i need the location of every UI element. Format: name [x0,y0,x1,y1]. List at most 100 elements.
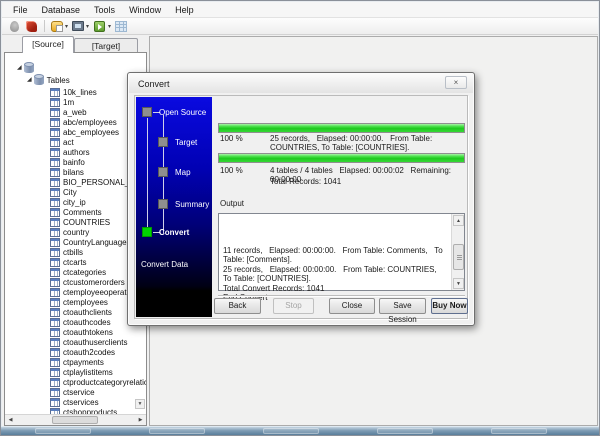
tree-item[interactable]: ctservice [50,387,95,397]
tree-root-node[interactable]: ◢ [17,63,37,73]
run-icon [94,21,105,32]
app-window: FileDatabaseToolsWindowHelp ▾ ▾ ▾ [Sourc… [0,0,600,436]
step-box-convert [142,227,152,237]
tree-item[interactable]: abc/employees [50,117,117,127]
expander-icon[interactable]: ◢ [17,63,22,73]
menu-item[interactable]: Window [122,3,168,17]
tree-item[interactable]: ctcategories [50,267,106,277]
table-icon [50,158,60,167]
tree-item[interactable]: ctoauthclients [50,307,112,317]
tree-item[interactable]: ctoauthuserclients [50,337,127,347]
menu-item[interactable]: Help [168,3,201,17]
wizard-footer: Convert Data [141,260,188,269]
tree-item[interactable]: COUNTRIES [50,217,110,227]
wizard-panel: Open Source Target Map Summary Convert C… [136,97,212,317]
chevron-down-icon[interactable]: ▾ [65,23,68,30]
tree-item-label: ctplaylistitems [63,368,113,377]
tree-item-label: ctcategories [63,268,106,277]
buy-now-button[interactable]: Buy Now [431,298,468,314]
taskbar [1,426,599,435]
step-box-open-source [142,107,152,117]
pin-button[interactable] [6,19,23,34]
tree-item[interactable]: ctbills [50,247,83,257]
tree-item[interactable]: country [50,227,89,237]
tree-item-label: City [63,188,77,197]
run-button[interactable]: ▾ [91,19,113,34]
menu-item[interactable]: Tools [87,3,122,17]
tree-item[interactable]: bilans [50,167,84,177]
tree-item-label: Comments [63,208,102,217]
hscroll-thumb[interactable] [52,416,98,424]
tree-item[interactable]: abc_employees [50,127,119,137]
tree-item[interactable]: Comments [50,207,102,217]
view-button[interactable]: ▾ [70,19,91,34]
tree-item[interactable]: ctcarts [50,257,87,267]
close-button[interactable]: Close [329,298,375,314]
scroll-right-icon[interactable]: ▶ [135,415,146,425]
tree-item-label: ctoauthuserclients [63,338,127,347]
tree-item[interactable]: City [50,187,77,197]
output-box[interactable]: 11 records, Elapsed: 00:00:00. From Tabl… [218,213,465,291]
taskbar-segment[interactable] [149,428,205,434]
tree-item[interactable]: ctcustomerorders [50,277,125,287]
tree-item[interactable]: ctoauthtokens [50,327,113,337]
tree-hscrollbar[interactable]: ◀ ▶ [5,414,146,425]
table-icon [50,248,60,257]
open-database-button[interactable]: ▾ [49,19,70,34]
tree-item[interactable]: 1m [50,97,74,107]
tab-source[interactable]: [Source] [22,36,74,53]
tree-item[interactable]: a_web [50,107,87,117]
save-session-button[interactable]: Save Session [379,298,426,314]
vscroll-thumb[interactable] [453,244,464,270]
grid-button[interactable] [113,19,129,34]
output-label: Output [220,199,244,208]
close-icon[interactable]: × [445,76,467,89]
scroll-down-icon[interactable]: ▼ [453,278,464,289]
tree-item[interactable]: act [50,137,74,147]
tree-item[interactable]: ctproductcategoryrelation [50,377,147,387]
expander-icon[interactable]: ◢ [27,75,32,85]
tree-item-label: a_web [63,108,87,117]
tree-item[interactable]: ctemployees [50,297,108,307]
menu-item[interactable]: File [6,3,35,17]
taskbar-segment[interactable] [263,428,319,434]
tree-item[interactable]: city_ip [50,197,86,207]
tables-tree: ◢ ◢ Tables 10k_lines [4,52,147,426]
tree-tables-node[interactable]: ◢ Tables [27,75,70,85]
tree-item[interactable]: CountryLanguage [50,237,127,247]
tree-item[interactable]: authors [50,147,90,157]
table-icon [50,378,60,387]
table-icon [50,188,60,197]
tree-item[interactable]: ctpayments [50,357,104,367]
dialog-titlebar[interactable]: Convert [129,74,473,93]
tree-item-label: 10k_lines [63,88,97,97]
taskbar-segment[interactable] [491,428,547,434]
scroll-up-icon[interactable]: ▲ [453,215,464,226]
tab-target[interactable]: [Target] [74,38,138,52]
taskbar-segment[interactable] [377,428,433,434]
grid-icon [115,21,127,32]
pin-icon [10,21,19,32]
menu-item[interactable]: Database [35,3,88,17]
tree-item[interactable]: ctplaylistitems [50,367,113,377]
tree-item[interactable]: ctoauth2codes [50,347,115,357]
scroll-left-icon[interactable]: ◀ [5,415,16,425]
back-button[interactable]: Back [214,298,261,314]
chevron-down-icon[interactable]: ▾ [86,23,89,30]
tree-item[interactable]: 10k_lines [50,87,97,97]
output-vscrollbar[interactable]: ▲ ▼ [451,214,464,290]
menu-bar: FileDatabaseToolsWindowHelp [2,2,598,18]
taskbar-segment[interactable] [35,428,91,434]
step-label-convert: Convert [159,228,189,237]
tree-item[interactable]: ctservices [50,397,99,407]
tree-item[interactable]: ctoauthcodes [50,317,111,327]
chevron-down-icon[interactable]: ▾ [108,23,111,30]
connect-button[interactable] [23,19,40,34]
tree-item-label: act [63,138,74,147]
tree-vscroll-down-icon[interactable]: ▼ [135,399,145,409]
table-icon [50,348,60,357]
table-icon [50,138,60,147]
tree-item-label: ctoauthcodes [63,318,111,327]
tree-item[interactable]: bainfo [50,157,85,167]
table-icon [50,208,60,217]
